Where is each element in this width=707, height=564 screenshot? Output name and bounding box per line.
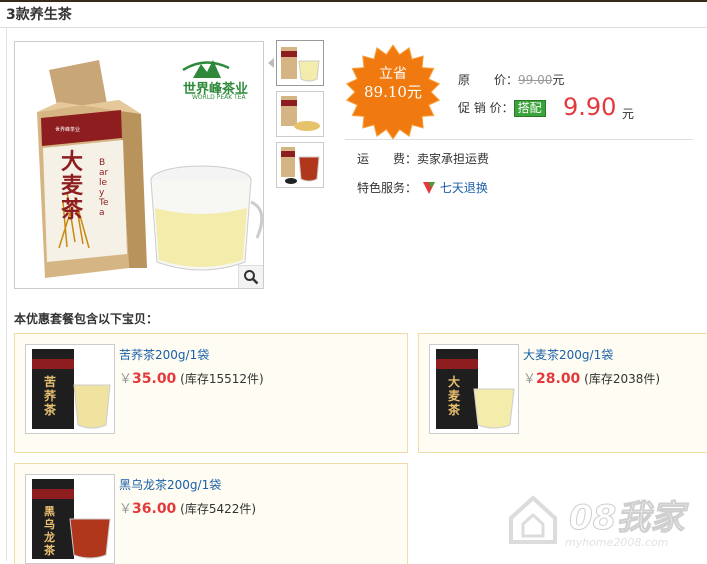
package-item-image[interactable]: 黑乌龙茶 <box>25 474 115 564</box>
original-price-value: 99.00 <box>518 73 553 87</box>
info-divider <box>345 139 693 140</box>
service-row: 特色服务： 七天退换 <box>357 179 488 196</box>
package-heading: 本优惠套餐包含以下宝贝： <box>14 312 159 326</box>
package-item-image[interactable]: 苦荞茶 <box>25 344 115 434</box>
package-item-name[interactable]: 大麦茶200g/1袋 <box>523 346 613 363</box>
thumb-arrow-icon <box>268 58 274 68</box>
package-item-stock: (库存2038件) <box>584 372 661 386</box>
house-logo-icon <box>509 495 557 544</box>
seven-day-return-link[interactable]: 七天退换 <box>440 181 488 195</box>
promo-badge-line1: 立省 <box>379 66 407 82</box>
zoom-button[interactable] <box>238 265 263 288</box>
promo-price-row: 促 销 价： 搭配 <box>458 99 546 117</box>
package-item-stock: (库存5422件) <box>180 502 257 516</box>
bundle-tag: 搭配 <box>513 100 546 117</box>
package-en: Barley Tea <box>99 158 109 218</box>
package-item-label: 大麦茶 <box>448 375 461 417</box>
tea-package-image <box>32 479 111 559</box>
thumbnail-image <box>281 47 320 82</box>
thumbnail-1[interactable] <box>276 40 324 86</box>
watermark-main: 08我家 <box>568 498 685 539</box>
package-item-image[interactable]: 大麦茶 <box>429 344 519 434</box>
seven-day-return-icon <box>422 182 435 194</box>
top-rule <box>0 0 707 2</box>
thumbnail-image <box>281 96 320 131</box>
package-item-price-row: ￥35.00 (库存15512件) <box>119 368 264 387</box>
currency-symbol: ￥ <box>119 502 133 517</box>
package-maker: 世界峰茶业 <box>55 127 81 133</box>
original-price-label: 原 价： <box>458 73 519 87</box>
promo-badge-text: 立省 89.10元 <box>345 66 441 102</box>
package-item-price-row: ￥36.00 (库存5422件) <box>119 498 256 517</box>
watermark-sub: myhome2008.com <box>565 536 669 549</box>
brand-name-en: WORLD PEAK TEA <box>192 94 246 101</box>
tea-package-image <box>436 349 515 429</box>
package-item-price-row: ￥28.00 (库存2038件) <box>523 368 660 387</box>
package-item-price: 28.00 <box>536 371 581 387</box>
package-item-label: 苦荞茶 <box>44 375 57 417</box>
tea-package-image <box>32 349 111 429</box>
package-item-name[interactable]: 苦荞茶200g/1袋 <box>119 346 209 363</box>
thumbnail-image <box>281 147 320 184</box>
shipping-row: 运 费：卖家承担运费 <box>357 150 489 167</box>
currency-symbol: ￥ <box>119 372 133 387</box>
package-item-label: 黑乌龙茶 <box>44 505 55 557</box>
package-title: 大麦茶 <box>61 149 84 223</box>
currency-symbol: ￥ <box>523 372 537 387</box>
page-title: 3款养生茶 <box>6 7 72 23</box>
main-product-image[interactable]: 世界峰茶业 WORLD PEAK TEA 世界峰茶业 大麦茶 Barley Te… <box>14 41 264 289</box>
promo-price-unit: 元 <box>622 107 635 121</box>
promo-price-label: 促 销 价： <box>458 101 514 115</box>
thumbnail-3[interactable] <box>276 142 324 188</box>
package-item-card: 黑乌龙茶 黑乌龙茶200g/1袋 ￥36.00 (库存5422件) <box>14 463 408 564</box>
original-price-row: 原 价：99.00元 <box>458 71 564 88</box>
package-item-name[interactable]: 黑乌龙茶200g/1袋 <box>119 476 221 493</box>
content-border-left <box>6 28 7 561</box>
shipping-value: 卖家承担运费 <box>417 152 490 166</box>
original-price-unit: 元 <box>552 73 565 87</box>
package-item-price: 35.00 <box>132 371 177 387</box>
site-watermark: 08我家 myhome2008.com <box>503 484 703 556</box>
service-label: 特色服务： <box>357 181 418 195</box>
brand-logo <box>182 60 230 78</box>
promo-badge-line2: 89.10元 <box>364 83 422 101</box>
promo-price-value: 9.90 <box>563 93 617 121</box>
package-item-stock: (库存15512件) <box>180 372 264 386</box>
package-item-card: 大麦茶 大麦茶200g/1袋 ￥28.00 (库存2038件) <box>418 333 707 453</box>
package-item-price: 36.00 <box>132 501 177 517</box>
title-divider <box>0 27 707 28</box>
magnifier-icon <box>244 270 259 285</box>
thumbnail-2[interactable] <box>276 91 324 137</box>
shipping-label: 运 费： <box>357 152 418 166</box>
package-item-card: 苦荞茶 苦荞茶200g/1袋 ￥35.00 (库存15512件) <box>14 333 408 453</box>
